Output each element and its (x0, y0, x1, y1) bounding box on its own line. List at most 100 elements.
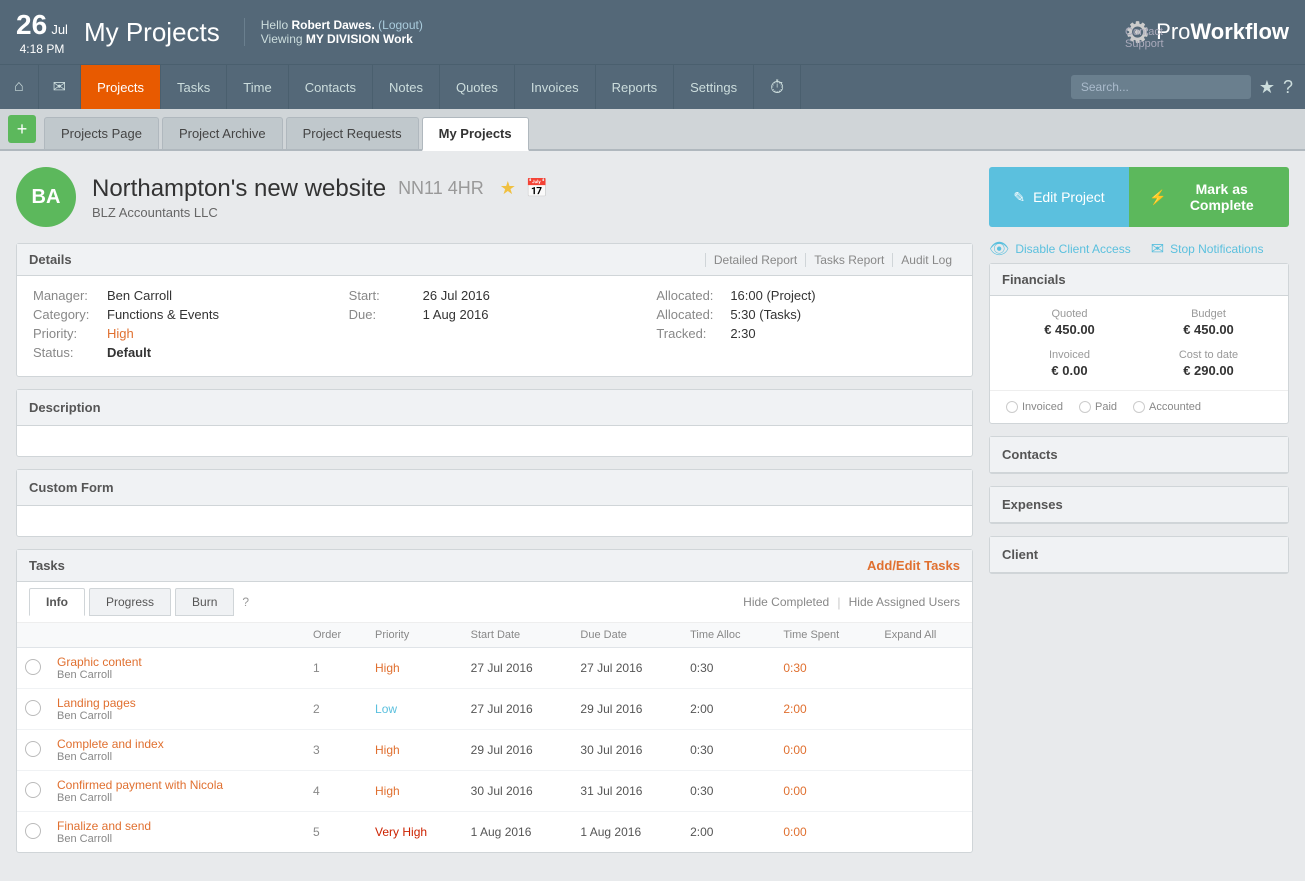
expenses-title[interactable]: Expenses (990, 487, 1288, 523)
task-checkbox[interactable] (25, 659, 41, 675)
disable-client-access[interactable]: 👁 Disable Client Access (989, 239, 1131, 259)
expenses-card: Expenses (989, 486, 1289, 524)
accounted-radio[interactable] (1133, 401, 1145, 413)
task-order: 4 (305, 771, 367, 812)
task-checkbox-cell[interactable] (17, 648, 49, 689)
tabs-bar: + Projects Page Project Archive Project … (0, 109, 1305, 151)
hide-completed-link[interactable]: Hide Completed (743, 595, 829, 609)
due-value: 1 Aug 2016 (423, 307, 489, 322)
table-row: Finalize and send Ben Carroll 5 Very Hig… (17, 812, 972, 853)
task-time-spent: 0:00 (775, 812, 876, 853)
mark-complete-icon: ⚡ (1149, 189, 1166, 206)
app-title: My Projects (84, 17, 220, 48)
task-checkbox[interactable] (25, 823, 41, 839)
task-checkbox-cell[interactable] (17, 812, 49, 853)
status-value: Default (107, 345, 151, 360)
nav-reports[interactable]: Reports (596, 65, 675, 109)
tab-project-archive[interactable]: Project Archive (162, 117, 283, 149)
project-calendar-icon[interactable]: 📅 (526, 178, 548, 199)
task-tab-burn[interactable]: Burn (175, 588, 234, 616)
task-due-date: 27 Jul 2016 (572, 648, 682, 689)
task-name-cell: Confirmed payment with Nicola Ben Carrol… (49, 771, 305, 812)
paid-radio[interactable] (1079, 401, 1091, 413)
task-checkbox-cell[interactable] (17, 771, 49, 812)
tasks-title: Tasks (29, 558, 65, 573)
invoiced-radio[interactable] (1006, 401, 1018, 413)
start-value: 26 Jul 2016 (423, 288, 490, 303)
task-tab-info[interactable]: Info (29, 588, 85, 616)
task-name-link[interactable]: Finalize and send (57, 819, 151, 833)
task-name-link[interactable]: Graphic content (57, 655, 142, 669)
tab-projects-page[interactable]: Projects Page (44, 117, 159, 149)
stop-notifications[interactable]: ✉ Stop Notifications (1151, 239, 1264, 259)
edit-project-label: Edit Project (1033, 189, 1105, 205)
task-time-spent: 2:00 (775, 689, 876, 730)
quoted-label: Quoted (1006, 308, 1133, 320)
paid-status-label: Paid (1095, 401, 1117, 413)
paid-status: Paid (1079, 401, 1117, 413)
col-checkbox (17, 623, 49, 648)
client-title[interactable]: Client (990, 537, 1288, 573)
category-label: Category: (33, 307, 103, 322)
details-links: Detailed Report Tasks Report Audit Log (705, 253, 960, 267)
invoiced-item: Invoiced € 0.00 (1006, 349, 1133, 378)
nav-time[interactable]: Time (227, 65, 288, 109)
task-tab-progress[interactable]: Progress (89, 588, 171, 616)
audit-log-link[interactable]: Audit Log (892, 253, 960, 267)
nav-contacts[interactable]: Contacts (289, 65, 373, 109)
nav-home[interactable]: ⌂ (0, 65, 39, 109)
project-star-icon[interactable]: ★ (500, 178, 516, 199)
tasks-card: Tasks Add/Edit Tasks Info Progress Burn … (16, 549, 973, 853)
nav-tasks[interactable]: Tasks (161, 65, 227, 109)
task-checkbox[interactable] (25, 782, 41, 798)
start-label: Start: (349, 288, 419, 303)
task-time-spent: 0:00 (775, 771, 876, 812)
task-name-link[interactable]: Confirmed payment with Nicola (57, 778, 223, 792)
task-name-link[interactable]: Complete and index (57, 737, 164, 751)
task-due-date: 1 Aug 2016 (572, 812, 682, 853)
search-input[interactable] (1071, 75, 1251, 99)
financials-card: Financials Quoted € 450.00 Budget € 450.… (989, 263, 1289, 424)
project-header: BA Northampton's new website NN11 4HR ★ … (16, 167, 973, 227)
task-checkbox-cell[interactable] (17, 730, 49, 771)
task-checkbox[interactable] (25, 741, 41, 757)
edit-project-button[interactable]: ✎ Edit Project (989, 167, 1129, 227)
task-due-date: 29 Jul 2016 (572, 689, 682, 730)
nav-mail[interactable]: ✉ (39, 65, 81, 109)
tasks-report-link[interactable]: Tasks Report (805, 253, 892, 267)
task-checkbox-cell[interactable] (17, 689, 49, 730)
task-checkbox[interactable] (25, 700, 41, 716)
col-expand-all[interactable]: Expand All (876, 623, 972, 648)
task-time-alloc: 0:30 (682, 648, 775, 689)
task-order: 3 (305, 730, 367, 771)
task-expand (876, 771, 972, 812)
nav-projects[interactable]: Projects (81, 65, 161, 109)
burn-help-icon[interactable]: ? (238, 589, 253, 615)
tab-project-requests[interactable]: Project Requests (286, 117, 419, 149)
contact-support[interactable]: Contact Support (1125, 26, 1189, 50)
star-icon[interactable]: ★ (1259, 77, 1275, 98)
financials-title: Financials (990, 264, 1288, 296)
tab-my-projects[interactable]: My Projects (422, 117, 529, 151)
task-order: 2 (305, 689, 367, 730)
help-icon[interactable]: ? (1283, 77, 1293, 98)
mark-complete-button[interactable]: ⚡ Mark as Complete (1129, 167, 1289, 227)
nav-settings[interactable]: Settings (674, 65, 754, 109)
nav-quotes[interactable]: Quotes (440, 65, 515, 109)
budget-label: Budget (1145, 308, 1272, 320)
task-name-link[interactable]: Landing pages (57, 696, 136, 710)
contacts-title[interactable]: Contacts (990, 437, 1288, 473)
add-edit-tasks-link[interactable]: Add/Edit Tasks (867, 558, 960, 573)
task-priority: Low (367, 689, 463, 730)
due-label: Due: (349, 307, 419, 322)
nav-invoices[interactable]: Invoices (515, 65, 596, 109)
nav-timer[interactable]: ⏱ (754, 65, 801, 109)
table-row: Landing pages Ben Carroll 2 Low 27 Jul 2… (17, 689, 972, 730)
task-assignee: Ben Carroll (57, 669, 297, 681)
hide-assigned-users-link[interactable]: Hide Assigned Users (849, 595, 960, 609)
detailed-report-link[interactable]: Detailed Report (705, 253, 805, 267)
task-start-date: 1 Aug 2016 (463, 812, 573, 853)
add-project-button[interactable]: + (8, 115, 36, 143)
nav-notes[interactable]: Notes (373, 65, 440, 109)
logout-link[interactable]: (Logout) (378, 18, 423, 32)
